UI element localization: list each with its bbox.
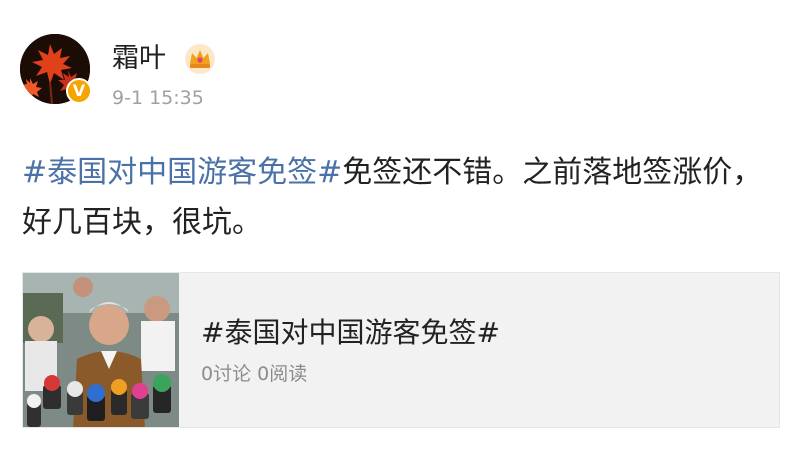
topic-card[interactable]: #泰国对中国游客免签# 0讨论 0阅读 <box>22 272 780 428</box>
topic-stats: 0讨论 0阅读 <box>201 363 308 385</box>
verified-badge: V <box>66 78 92 104</box>
press-conference-photo <box>23 273 179 427</box>
post-timestamp: 9-1 15:35 <box>112 87 204 109</box>
weibo-post: V 霜叶 9-1 15:35 #泰国对中国游客免签#免签还不错。之前落地签涨价，… <box>0 0 809 462</box>
author-name[interactable]: 霜叶 <box>112 42 166 76</box>
crown-icon[interactable] <box>183 42 217 76</box>
topic-thumbnail <box>23 273 179 427</box>
topic-title[interactable]: #泰国对中国游客免签# <box>201 315 500 351</box>
hashtag-link[interactable]: #泰国对中国游客免签# <box>22 155 342 190</box>
post-content: #泰国对中国游客免签#免签还不错。之前落地签涨价，好几百块，很坑。 <box>22 148 792 248</box>
